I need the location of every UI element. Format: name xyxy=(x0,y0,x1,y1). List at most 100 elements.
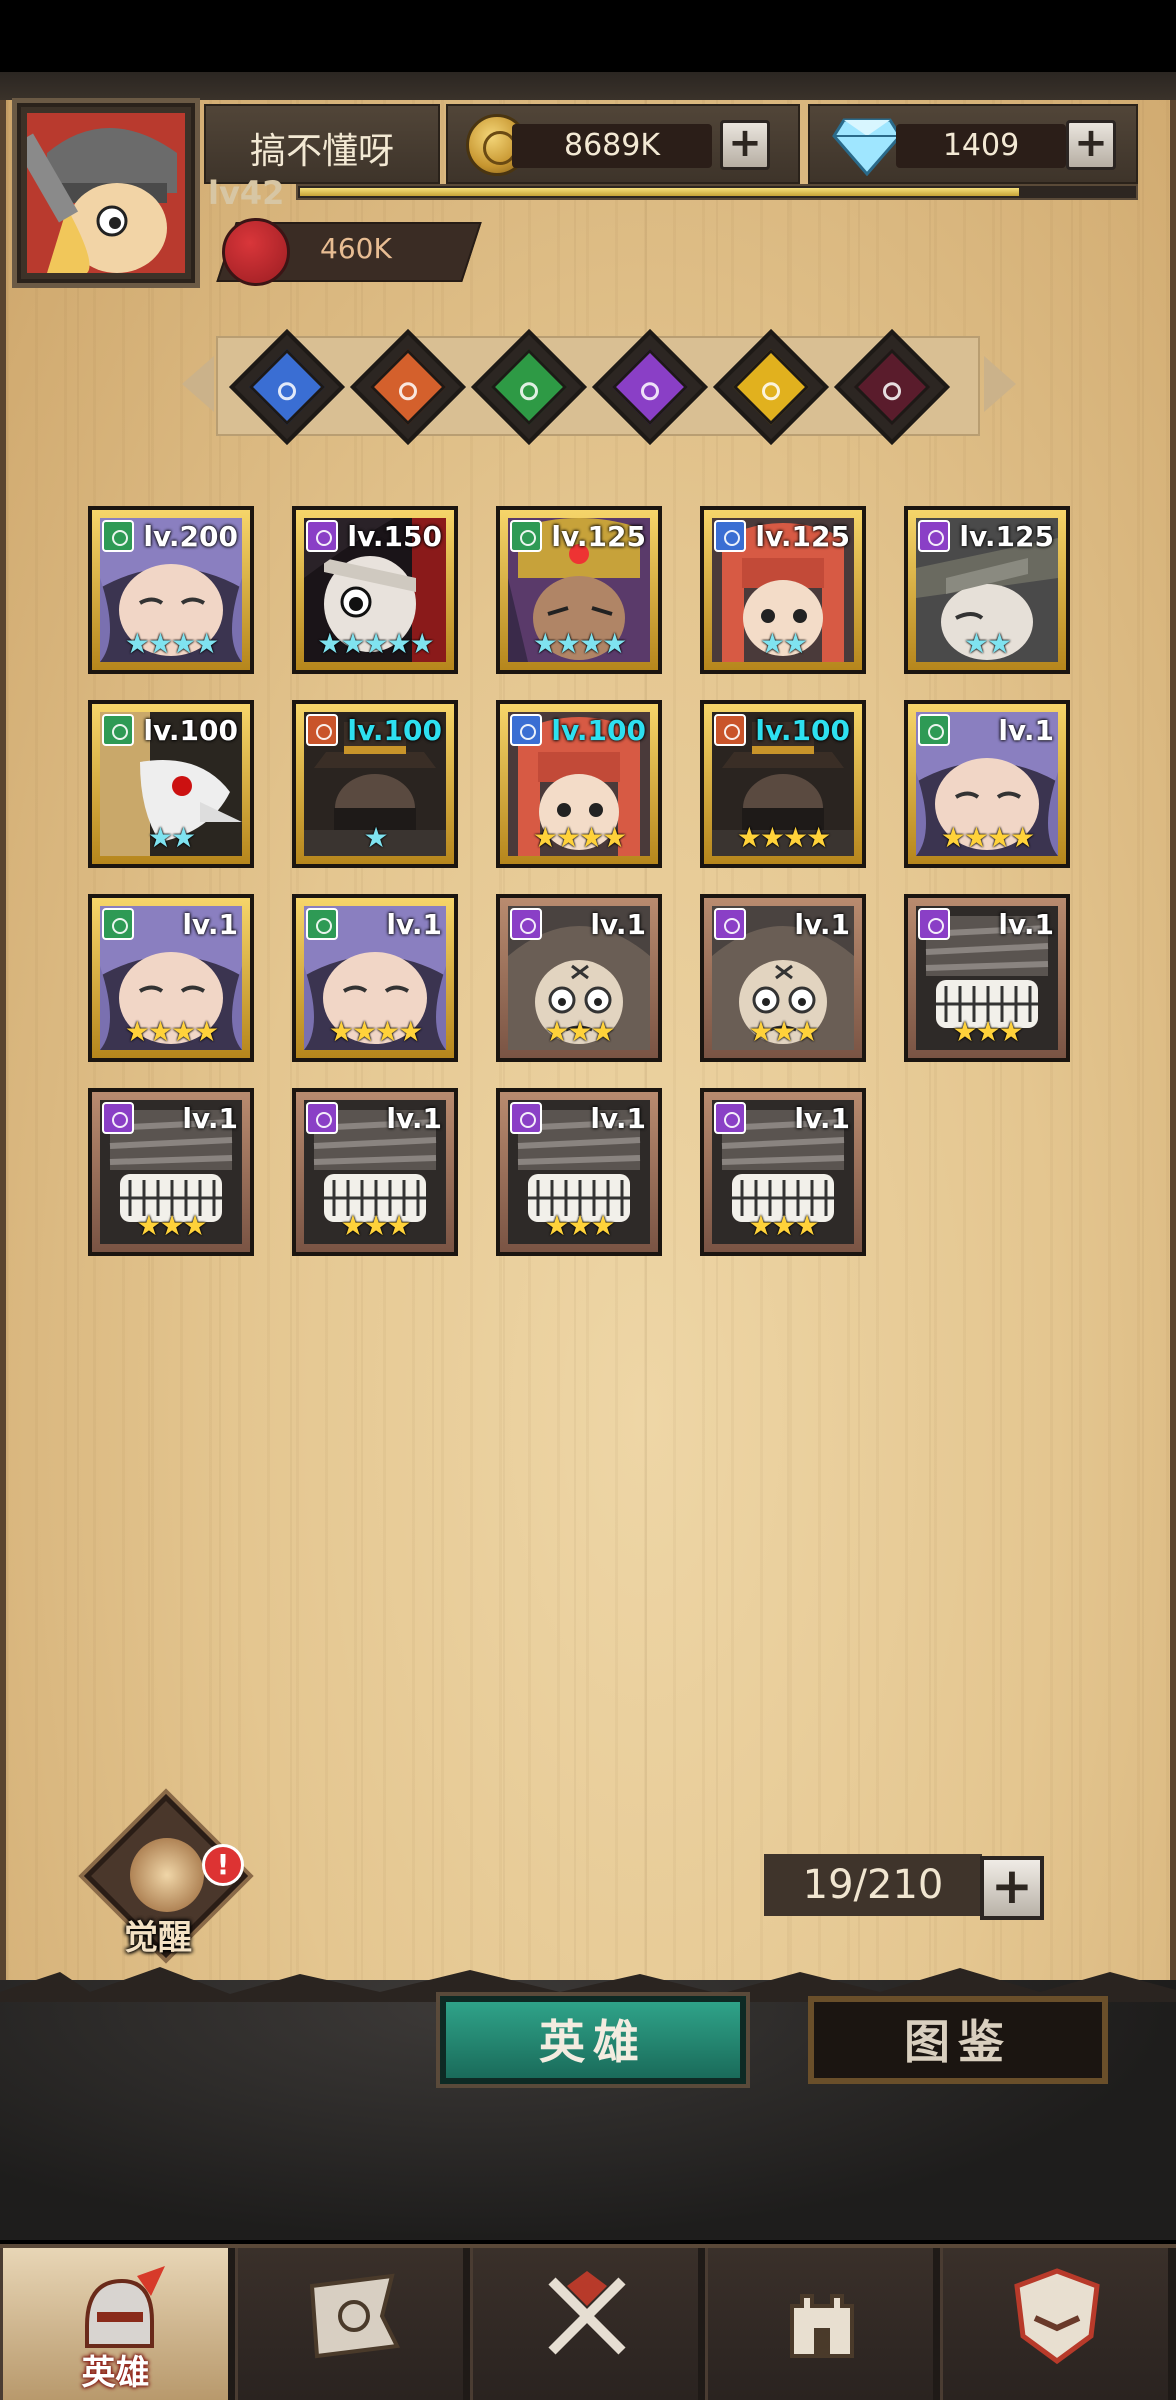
hero-card[interactable]: lv.1 ★★★ xyxy=(88,1088,254,1256)
hero-card[interactable]: lv.125 ★★ xyxy=(700,506,866,674)
hero-card[interactable]: lv.125 ★★ xyxy=(904,506,1070,674)
player-name: 搞不懂呀 xyxy=(249,131,394,172)
hero-level: lv.100 xyxy=(755,714,850,747)
hero-stars: ★ xyxy=(363,821,388,854)
hero-card[interactable]: lv.100 ★ xyxy=(292,700,458,868)
nav-label: 英雄 xyxy=(81,2353,150,2393)
hero-level: lv.1 xyxy=(590,1102,646,1135)
hero-stars: ★★★ xyxy=(748,1015,819,1048)
hero-level: lv.1 xyxy=(182,908,238,941)
hero-card[interactable]: lv.125 ★★★★ xyxy=(496,506,662,674)
hero-stars: ★★★★ xyxy=(328,1015,423,1048)
hero-class-icon xyxy=(510,520,542,552)
gold-bar: 8689K + xyxy=(446,104,800,184)
tab-codex[interactable]: 图鉴 xyxy=(808,1996,1108,2084)
hero-card[interactable]: lv.1 ★★★ xyxy=(496,894,662,1062)
faction-emblem xyxy=(611,348,689,426)
expand-capacity-button[interactable]: + xyxy=(980,1856,1044,1920)
hero-level: lv.1 xyxy=(590,908,646,941)
power-value: 460K xyxy=(320,232,392,265)
nav-item-battle-flag[interactable] xyxy=(235,2248,463,2400)
hero-level: lv.1 xyxy=(386,1102,442,1135)
hero-stars: ★★★ xyxy=(136,1209,207,1242)
hero-level: lv.1 xyxy=(998,714,1054,747)
hero-card[interactable]: lv.100 ★★★★ xyxy=(496,700,662,868)
player-name-bar: 搞不懂呀 xyxy=(204,104,440,184)
hero-stars: ★★ xyxy=(963,627,1012,660)
add-gold-button[interactable]: + xyxy=(720,120,770,170)
hero-class-icon xyxy=(306,908,338,940)
fist-power-icon xyxy=(222,218,290,286)
hero-card[interactable]: lv.200 ★★★★ xyxy=(88,506,254,674)
hero-card[interactable]: lv.150 ★★★★★ xyxy=(292,506,458,674)
faction-emblem xyxy=(248,348,326,426)
nav-item-crossed-swords[interactable] xyxy=(470,2248,698,2400)
hero-card[interactable]: lv.1 ★★★ xyxy=(496,1088,662,1256)
hero-card[interactable]: lv.1 ★★★ xyxy=(700,894,866,1062)
crossed-swords-icon xyxy=(548,2271,626,2355)
tab-heroes[interactable]: 英雄 xyxy=(440,1996,746,2084)
faction-glyph-icon xyxy=(879,378,905,404)
hero-class-icon xyxy=(918,714,950,746)
hero-level: lv.1 xyxy=(794,908,850,941)
hero-card[interactable]: lv.1 ★★★ xyxy=(700,1088,866,1256)
hero-class-icon xyxy=(714,714,746,746)
hero-class-icon xyxy=(918,908,950,940)
filter-left-arrow-icon[interactable] xyxy=(182,356,214,412)
hero-class-icon xyxy=(918,520,950,552)
diamond-amount: 1409 xyxy=(896,124,1066,168)
hero-card[interactable]: lv.1 ★★★ xyxy=(904,894,1070,1062)
hero-level: lv.150 xyxy=(347,520,442,553)
nav-item-handshake-shield[interactable] xyxy=(940,2248,1168,2400)
hero-level: lv.100 xyxy=(143,714,238,747)
hero-class-icon xyxy=(306,1102,338,1134)
hero-level: lv.125 xyxy=(959,520,1054,553)
faction-emblem xyxy=(732,348,810,426)
faction-glyph-icon xyxy=(395,378,421,404)
xp-bar xyxy=(296,184,1138,200)
hero-stars: ★★★★ xyxy=(532,821,627,854)
faction-glyph-icon xyxy=(274,378,300,404)
hero-class-icon xyxy=(102,714,134,746)
hero-card[interactable]: lv.100 ★★ xyxy=(88,700,254,868)
hero-level: lv.200 xyxy=(143,520,238,553)
hero-level: lv.1 xyxy=(182,1102,238,1135)
hero-stars: ★★ xyxy=(147,821,196,854)
hero-class-icon xyxy=(510,714,542,746)
hero-stars: ★★★★★ xyxy=(317,627,435,660)
notification-badge: ! xyxy=(202,1844,244,1886)
nav-item-helmet[interactable]: 英雄 xyxy=(0,2248,228,2400)
nav-item-castle[interactable] xyxy=(705,2248,933,2400)
awaken-label: 觉醒 xyxy=(124,1918,192,1958)
filter-right-arrow-icon[interactable] xyxy=(984,356,1016,412)
faction-emblem xyxy=(369,348,447,426)
player-avatar[interactable] xyxy=(12,98,200,288)
castle-icon xyxy=(790,2294,854,2358)
diamond-bar: 1409 + xyxy=(808,104,1138,184)
hero-class-icon xyxy=(102,520,134,552)
hero-card[interactable]: lv.1 ★★★ xyxy=(292,1088,458,1256)
hero-level: lv.1 xyxy=(998,908,1054,941)
hero-card[interactable]: lv.1 ★★★★ xyxy=(904,700,1070,868)
xp-fill xyxy=(300,188,1019,196)
hero-level: lv.100 xyxy=(551,714,646,747)
hero-class-icon xyxy=(510,1102,542,1134)
hero-card[interactable]: lv.1 ★★★★ xyxy=(88,894,254,1062)
status-bar xyxy=(0,0,1176,72)
hero-level: lv.1 xyxy=(794,1102,850,1135)
faction-glyph-icon xyxy=(637,378,663,404)
hero-stars: ★★★★ xyxy=(532,627,627,660)
hero-level: lv.125 xyxy=(755,520,850,553)
hero-card[interactable]: lv.1 ★★★★ xyxy=(292,894,458,1062)
hero-stars: ★★★★ xyxy=(124,627,219,660)
hero-stars: ★★★ xyxy=(544,1015,615,1048)
hero-class-icon xyxy=(102,908,134,940)
add-diamond-button[interactable]: + xyxy=(1066,120,1116,170)
hero-stars: ★★★ xyxy=(952,1015,1023,1048)
hero-class-icon xyxy=(714,520,746,552)
hero-stars: ★★★ xyxy=(748,1209,819,1242)
hero-class-icon xyxy=(714,908,746,940)
hero-level: lv.125 xyxy=(551,520,646,553)
hero-card[interactable]: lv.100 ★★★★ xyxy=(700,700,866,868)
hero-stars: ★★★★ xyxy=(124,1015,219,1048)
